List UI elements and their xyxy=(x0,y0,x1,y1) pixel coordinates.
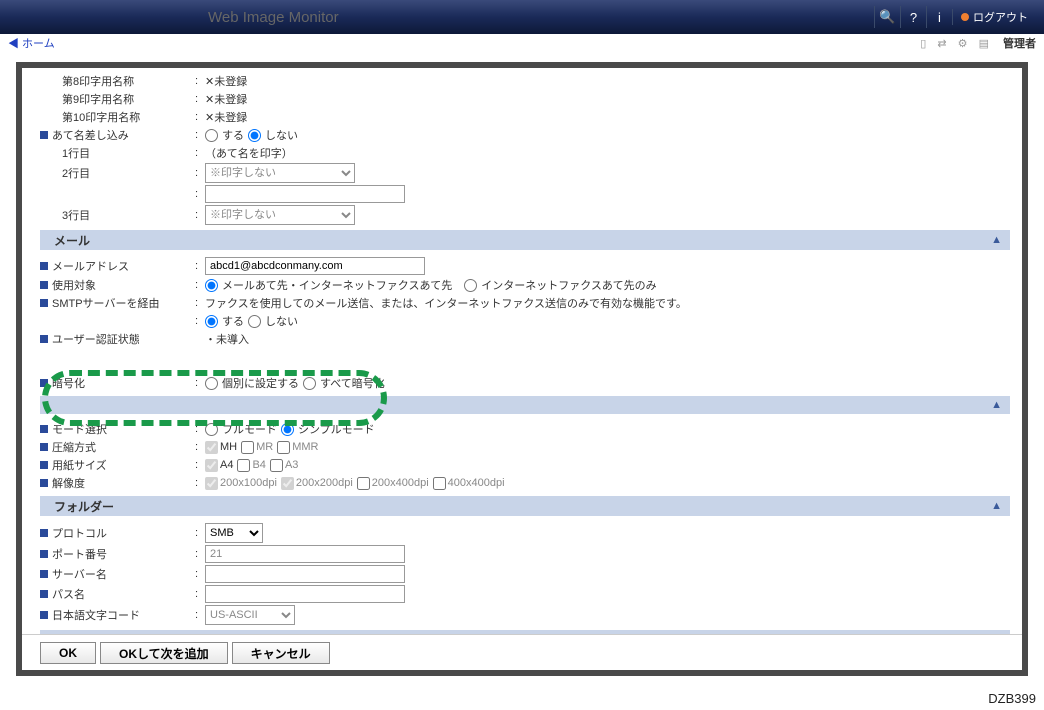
res-label: 解像度 xyxy=(52,475,85,491)
merge-line2-custom[interactable] xyxy=(205,185,405,203)
mail-addr-input[interactable] xyxy=(205,257,425,275)
mode-full-radio[interactable]: フルモード xyxy=(205,421,277,437)
content-frame: 第8印字用名称:✕未登録 第9印字用名称:✕未登録 第10印字用名称:✕未登録 … xyxy=(16,62,1028,676)
comp-mh-checkbox[interactable]: MH xyxy=(205,441,237,454)
proto-select[interactable]: SMB xyxy=(205,523,263,543)
app-title: Web Image Monitor xyxy=(208,9,339,26)
res-200x100-checkbox[interactable]: 200x100dpi xyxy=(205,477,277,490)
scroll-area[interactable]: 第8印字用名称:✕未登録 第9印字用名称:✕未登録 第10印字用名称:✕未登録 … xyxy=(22,68,1022,634)
smtp-label: SMTPサーバーを経由 xyxy=(52,295,159,311)
smtp-yes-radio[interactable]: する xyxy=(205,313,244,329)
merge-line1-value: （あて名を印字） xyxy=(205,145,1010,161)
search-icon[interactable]: 🔍 xyxy=(874,6,900,28)
path-label: パス名 xyxy=(52,586,85,602)
name8-value: ✕未登録 xyxy=(205,73,1010,89)
mail-target-opt1-radio[interactable]: メールあて先・インターネットファクスあて先 xyxy=(205,277,452,293)
proto-label: プロトコル xyxy=(52,525,107,541)
titlebar-right: 🔍 ? i ログアウト xyxy=(874,6,1036,28)
name9-value: ✕未登録 xyxy=(205,91,1010,107)
enc-label: 暗号化 xyxy=(52,375,85,391)
comp-mr-checkbox[interactable]: MR xyxy=(241,441,273,454)
res-200x200-checkbox[interactable]: 200x200dpi xyxy=(281,477,353,490)
mail-addr-label: メールアドレス xyxy=(52,258,129,274)
comp-mmr-checkbox[interactable]: MMR xyxy=(277,441,318,454)
merge-line2-select[interactable]: ※印字しない xyxy=(205,163,355,183)
enc-opt2-radio[interactable]: すべて暗号化 xyxy=(303,375,385,391)
mode-label: モード選択 xyxy=(52,421,107,437)
merge-line3-select[interactable]: ※印字しない xyxy=(205,205,355,225)
subbar: ◀ ホーム ▯ ⇄ ⚙ ▤ 管理者 xyxy=(0,34,1044,52)
status-icons: ▯ ⇄ ⚙ ▤ xyxy=(920,37,993,50)
home-link[interactable]: ◀ ホーム xyxy=(8,35,55,51)
merge-yes-radio[interactable]: する xyxy=(205,127,244,143)
res-200x400-checkbox[interactable]: 200x400dpi xyxy=(357,477,429,490)
button-bar: OK OKして次を追加 キャンセル xyxy=(22,634,1022,670)
paper-a4-checkbox[interactable]: A4 xyxy=(205,459,233,472)
ok-button[interactable]: OK xyxy=(40,642,96,664)
path-input[interactable] xyxy=(205,585,405,603)
info-icon[interactable]: i xyxy=(926,6,952,28)
port-input[interactable] xyxy=(205,545,405,563)
collapse-icon: ▲ xyxy=(991,500,1002,512)
name10-value: ✕未登録 xyxy=(205,109,1010,125)
mail-target-label: 使用対象 xyxy=(52,277,96,293)
merge-label: あて名差し込み xyxy=(52,127,129,143)
cancel-button[interactable]: キャンセル xyxy=(232,642,330,664)
server-input[interactable] xyxy=(205,565,405,583)
merge-no-radio[interactable]: しない xyxy=(248,127,298,143)
smtp-note: ファクスを使用してのメール送信、または、インターネットファクス送信のみで有効な機… xyxy=(205,295,1010,311)
admin-label: 管理者 xyxy=(1003,35,1036,51)
merge-line1-label: 1行目 xyxy=(40,145,195,161)
titlebar: Web Image Monitor 🔍 ? i ログアウト xyxy=(0,0,1044,34)
charset-select[interactable]: US-ASCII xyxy=(205,605,295,625)
user-auth-value: ・未導入 xyxy=(205,331,1010,347)
server-label: サーバー名 xyxy=(52,566,107,582)
collapse-icon: ▲ xyxy=(991,234,1002,246)
mail-section-header[interactable]: メール ▲ xyxy=(40,230,1010,250)
name8-label: 第8印字用名称 xyxy=(40,73,195,89)
collapse-icon: ▲ xyxy=(991,399,1002,411)
name9-label: 第9印字用名称 xyxy=(40,91,195,107)
content-inner: 第8印字用名称:✕未登録 第9印字用名称:✕未登録 第10印字用名称:✕未登録 … xyxy=(22,68,1022,670)
mail-target-opt2-radio[interactable]: インターネットファクスあて先のみ xyxy=(464,277,656,293)
logout-button[interactable]: ログアウト xyxy=(952,9,1036,25)
ok-next-button[interactable]: OKして次を追加 xyxy=(100,642,228,664)
folder-section-header[interactable]: フォルダー ▲ xyxy=(40,496,1010,516)
user-auth-label: ユーザー認証状態 xyxy=(52,331,140,347)
charset-label: 日本語文字コード xyxy=(52,607,140,623)
paper-a3-checkbox[interactable]: A3 xyxy=(270,459,298,472)
paper-label: 用紙サイズ xyxy=(52,457,107,473)
port-label: ポート番号 xyxy=(52,546,107,562)
res-400x400-checkbox[interactable]: 400x400dpi xyxy=(433,477,505,490)
comp-label: 圧縮方式 xyxy=(52,439,96,455)
paper-b4-checkbox[interactable]: B4 xyxy=(237,459,265,472)
enc-opt1-radio[interactable]: 個別に設定する xyxy=(205,375,299,391)
name10-label: 第10印字用名称 xyxy=(40,109,195,125)
merge-line2-label: 2行目 xyxy=(40,165,195,181)
doc-id: DZB399 xyxy=(988,691,1036,706)
blank-section-header[interactable]: ▲ xyxy=(40,396,1010,414)
mode-simple-radio[interactable]: シンプルモード xyxy=(281,421,375,437)
help-icon[interactable]: ? xyxy=(900,6,926,28)
smtp-no-radio[interactable]: しない xyxy=(248,313,298,329)
merge-line3-label: 3行目 xyxy=(40,207,195,223)
